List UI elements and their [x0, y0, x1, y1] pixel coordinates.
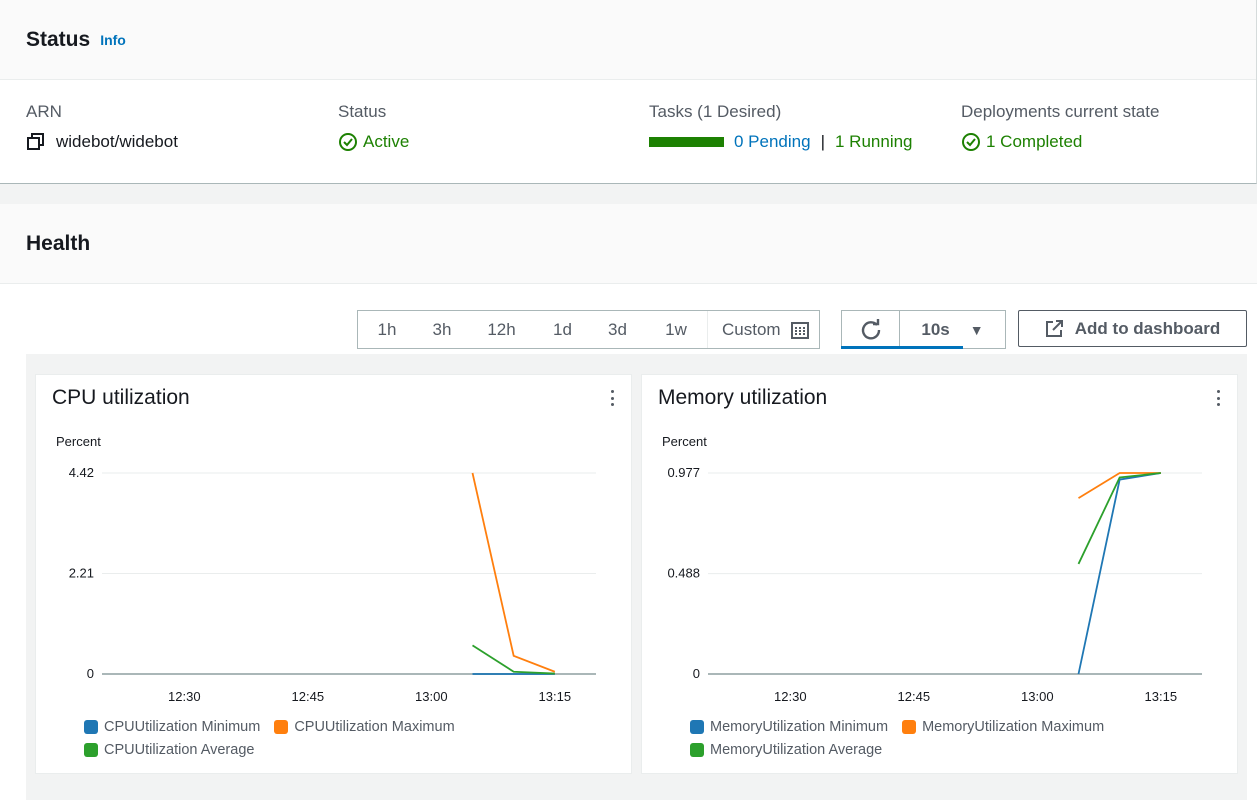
legend-swatch — [902, 719, 917, 734]
y-tick-label: 0 — [693, 666, 700, 681]
series-line — [471, 472, 556, 673]
tasks-label: Tasks (1 Desired) — [649, 102, 782, 121]
external-link-icon — [1045, 319, 1063, 337]
status-title: Status — [26, 27, 91, 51]
memory-chart-card: Memory utilization Percent 0.977 0.488 0 12:… — [641, 374, 1238, 774]
refresh-interval-dropdown[interactable]: 10s ▼ — [899, 311, 1005, 349]
arn-value: widebot/widebot — [56, 132, 178, 151]
y-tick-label: 0.977 — [667, 465, 700, 480]
legend-item[interactable]: CPUUtilization Average — [84, 739, 254, 762]
y-tick-label: 4.42 — [69, 465, 94, 480]
charts-area: CPU utilization Percent 4.42 2.21 0 12:30 12:… — [26, 354, 1247, 800]
add-to-dashboard-label: Add to dashboard — [1074, 318, 1221, 338]
x-tick-label: 12:30 — [168, 689, 201, 704]
time-range-selector: 1h 3h 12h 1d 3d 1w Custom — [357, 310, 820, 349]
tasks-column: Tasks (1 Desired) 0 Pending | 1 Running — [649, 102, 913, 153]
deployments-label: Deployments current state — [961, 102, 1160, 121]
tasks-separator: | — [820, 132, 825, 151]
custom-label: Custom — [722, 319, 781, 339]
series-line — [472, 644, 555, 675]
tasks-running-link[interactable]: 1 Running — [835, 132, 913, 152]
range-1h[interactable]: 1h — [358, 311, 416, 348]
y-tick-label: 0 — [87, 666, 94, 681]
legend-swatch — [274, 719, 289, 734]
legend-label: CPUUtilization Average — [104, 742, 255, 758]
legend-label: CPUUtilization Minimum — [104, 718, 261, 735]
tasks-progress-bar — [649, 137, 724, 147]
arn-label: ARN — [26, 102, 62, 121]
x-tick-label: 12:45 — [292, 689, 325, 704]
deployments-column: Deployments current state 1 Completed — [961, 102, 1159, 153]
calendar-icon — [790, 321, 809, 339]
legend-swatch — [690, 743, 704, 757]
cpu-chart-legend: CPUUtilization Minimum CPUUtilization Max… — [84, 715, 604, 762]
y-tick-label: 2.21 — [69, 566, 94, 581]
status-label: Status — [338, 102, 387, 121]
range-custom[interactable]: Custom — [707, 311, 819, 348]
x-tick-label: 13:15 — [1145, 689, 1178, 704]
status-value: Active — [363, 132, 410, 151]
arn-column: ARN widebot/widebot — [26, 102, 178, 153]
series-line — [1077, 472, 1161, 565]
refresh-controls: 10s ▼ — [841, 310, 1006, 349]
x-tick-label: 13:00 — [1021, 689, 1054, 704]
legend-item[interactable]: MemoryUtilization Minimum — [690, 715, 888, 738]
x-tick-label: 13:15 — [539, 689, 572, 704]
refresh-icon — [861, 318, 880, 339]
range-1w[interactable]: 1w — [645, 311, 707, 348]
legend-item[interactable]: CPUUtilization Minimum — [84, 715, 260, 738]
y-axis-label: Percent — [56, 434, 101, 449]
legend-label: MemoryUtilization Maximum — [922, 718, 1105, 735]
legend-item[interactable]: MemoryUtilization Maximum — [902, 715, 1104, 738]
legend-swatch — [84, 719, 98, 734]
health-panel: Health 1h 3h 12h 1d 3d 1w Custom 10s ▼ A… — [0, 204, 1257, 800]
legend-swatch — [84, 743, 98, 757]
range-12h[interactable]: 12h — [468, 311, 535, 348]
copy-icon[interactable] — [26, 132, 46, 152]
status-panel-header: Status Info — [0, 0, 1256, 80]
refresh-button[interactable] — [841, 311, 900, 349]
tasks-pending-link[interactable]: 0 Pending — [734, 132, 811, 152]
range-3d[interactable]: 3d — [590, 311, 645, 348]
x-tick-label: 12:45 — [898, 689, 931, 704]
health-panel-header: Health — [0, 204, 1257, 284]
check-circle-icon — [962, 133, 980, 151]
x-tick-label: 13:00 — [415, 689, 448, 704]
interval-value: 10s — [921, 319, 950, 339]
service-status-column: Status Active — [338, 102, 409, 153]
legend-item[interactable]: CPUUtilization Maximum — [274, 715, 455, 738]
memory-chart-plot: Percent 0.977 0.488 0 12:30 12:45 13:00 13:15 — [662, 434, 1202, 704]
legend-label: CPUUtilization Maximum — [294, 718, 455, 735]
y-axis-label: Percent — [662, 434, 707, 449]
range-1d[interactable]: 1d — [535, 311, 590, 348]
memory-chart-legend: MemoryUtilization Minimum MemoryUtilizati… — [690, 715, 1210, 762]
health-title: Health — [26, 231, 91, 255]
add-to-dashboard-button[interactable]: Add to dashboard — [1018, 310, 1247, 347]
caret-down-icon: ▼ — [969, 321, 984, 338]
y-tick-label: 0.488 — [667, 566, 700, 581]
check-circle-icon — [339, 133, 357, 151]
range-3h[interactable]: 3h — [416, 311, 468, 348]
cpu-chart-plot: Percent 4.42 2.21 0 12:30 12:45 13:00 13:15 — [56, 434, 596, 704]
legend-swatch — [690, 719, 704, 734]
info-link[interactable]: Info — [100, 32, 126, 48]
deployments-value[interactable]: 1 Completed — [986, 132, 1082, 152]
legend-item[interactable]: MemoryUtilization Average — [690, 739, 882, 762]
status-panel: Status Info ARN widebot/widebot Status A… — [0, 0, 1257, 184]
legend-label: MemoryUtilization Average — [710, 742, 883, 758]
x-tick-label: 12:30 — [774, 689, 807, 704]
legend-label: MemoryUtilization Minimum — [710, 718, 889, 735]
cpu-chart-card: CPU utilization Percent 4.42 2.21 0 12:30 12:… — [35, 374, 632, 774]
